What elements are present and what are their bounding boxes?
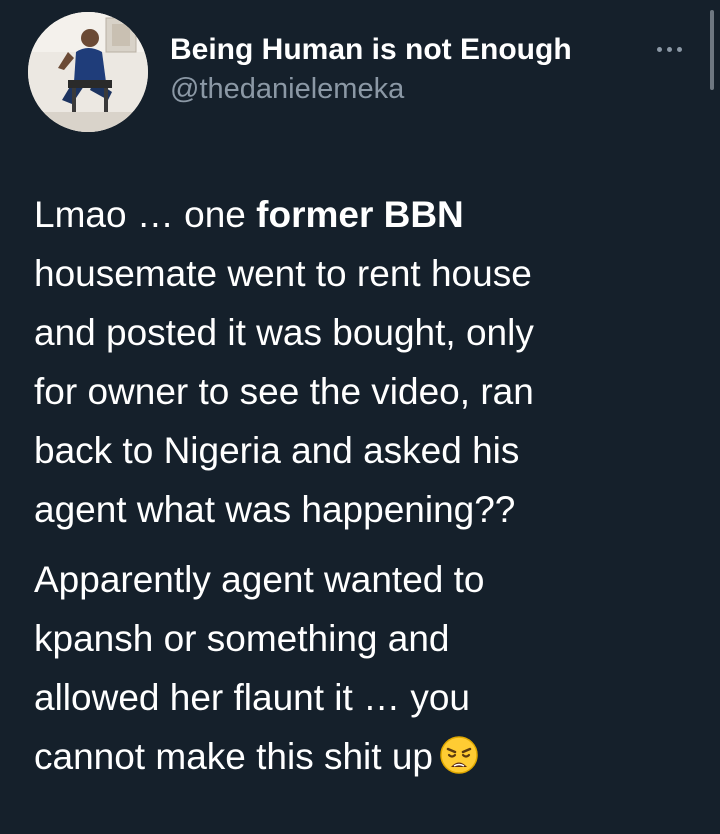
display-name[interactable]: Being Human is not Enough (170, 30, 572, 70)
tweet-line: agent what was happening?? (34, 489, 516, 530)
avatar-photo (28, 12, 148, 132)
tweet-line: housemate went to rent house (34, 253, 532, 294)
scrollbar[interactable] (710, 10, 714, 90)
more-horizontal-icon-dot (666, 46, 672, 52)
more-horizontal-icon (656, 46, 662, 52)
tweet-line: kpansh or something and (34, 618, 450, 659)
tweet-line: Lmao … one former BBN (34, 185, 694, 244)
weary-face-emoji-icon (439, 733, 479, 792)
tweet-line: allowed her flaunt it … you (34, 677, 471, 718)
tweet-line: cannot make this shit up (34, 727, 694, 792)
tweet-line: and posted it was bought, only (34, 312, 534, 353)
tweet-line: for owner to see the video, ran (34, 371, 534, 412)
tweet-line: back to Nigeria and asked his (34, 430, 520, 471)
tweet-paragraph-2: Apparently agent wanted to kpansh or som… (34, 550, 694, 792)
avatar[interactable] (28, 12, 148, 132)
tweet-text-segment: Lmao … one (34, 194, 257, 235)
more-horizontal-icon-dot (676, 46, 682, 52)
tweet-text-bold: former BBN (256, 194, 464, 235)
tweet-text-segment: cannot make this shit up (34, 736, 433, 777)
author-info: Being Human is not Enough @thedanielemek… (170, 30, 572, 108)
user-handle[interactable]: @thedanielemeka (170, 70, 572, 108)
tweet: Being Human is not Enough @thedanielemek… (0, 0, 720, 834)
tweet-text: Lmao … one former BBN housemate went to … (34, 185, 694, 792)
tweet-paragraph-1: Lmao … one former BBN housemate went to … (34, 185, 694, 539)
tweet-line: Apparently agent wanted to (34, 559, 485, 600)
more-options-button[interactable] (644, 34, 694, 64)
